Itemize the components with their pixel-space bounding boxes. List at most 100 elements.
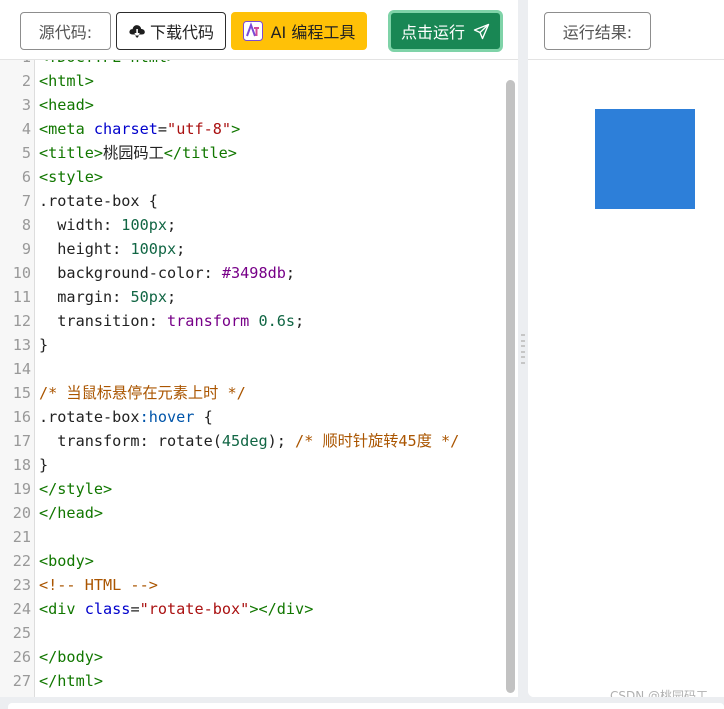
code-line: 24 <div class="rotate-box"></div> bbox=[0, 597, 504, 621]
code-token: 0.6s bbox=[258, 312, 296, 330]
code-token: rotate( bbox=[157, 432, 222, 450]
code-line: 19 </style> bbox=[0, 477, 504, 501]
run-label: 点击运行 bbox=[400, 23, 465, 42]
code-toolbar: 源代码: 下载代码 AI 编程工具 点击运行 bbox=[0, 0, 518, 60]
code-token: <body> bbox=[39, 552, 94, 570]
code-token: = bbox=[157, 120, 168, 138]
code-text: <style> bbox=[39, 165, 103, 189]
code-token: transform bbox=[167, 312, 250, 330]
editor-scrollbar-thumb[interactable] bbox=[506, 80, 515, 693]
line-number: 17 bbox=[12, 432, 31, 450]
run-button[interactable]: 点击运行 bbox=[388, 10, 503, 52]
code-line: 15 /* 当鼠标悬停在元素上时 */ bbox=[0, 381, 504, 405]
line-number: 18 bbox=[12, 456, 31, 474]
code-token: ; bbox=[295, 312, 305, 330]
code-token: <meta bbox=[39, 120, 94, 138]
result-panel: 运行结果: CSDN @桃园码工 bbox=[528, 0, 724, 697]
code-text: /* 当鼠标悬停在元素上时 */ bbox=[39, 381, 246, 405]
code-text: <!-- HTML --> bbox=[39, 573, 158, 597]
code-token: 100px bbox=[130, 240, 177, 258]
code-editor[interactable]: 1 <!DOCTYPE html> 2 <html> 3 <head> 4 <meta cha… bbox=[0, 60, 504, 697]
bottom-panel-edge bbox=[8, 703, 724, 709]
line-number: 8 bbox=[21, 216, 31, 234]
code-token: <head> bbox=[39, 96, 94, 114]
code-panel: 源代码: 下载代码 AI 编程工具 点击运行 2 <html> 3 <head>… bbox=[0, 0, 518, 697]
line-number: 5 bbox=[21, 144, 31, 162]
code-token: charset bbox=[93, 120, 158, 138]
code-line: 2 <html> bbox=[0, 69, 504, 93]
cloud-download-icon bbox=[128, 23, 146, 39]
result-toolbar: 运行结果: bbox=[528, 0, 724, 60]
code-token: "utf-8" bbox=[167, 120, 232, 138]
rotate-box-preview[interactable] bbox=[595, 109, 695, 209]
code-line: 9 height: 100px; bbox=[0, 237, 504, 261]
code-token: </title> bbox=[163, 144, 237, 162]
code-text: } bbox=[39, 453, 48, 477]
code-line: 11 margin: 50px; bbox=[0, 285, 504, 309]
ai-tools-button[interactable]: AI 编程工具 bbox=[231, 12, 367, 50]
code-token: .rotate-box bbox=[39, 408, 140, 426]
code-token: width: bbox=[39, 216, 122, 234]
source-code-button[interactable]: 源代码: bbox=[20, 12, 111, 50]
code-token: :hover bbox=[139, 408, 195, 426]
code-token: <style> bbox=[39, 168, 104, 186]
line-number: 20 bbox=[12, 504, 31, 522]
code-text: height: 100px; bbox=[39, 237, 185, 261]
code-text: <body> bbox=[39, 549, 94, 573]
line-number: 13 bbox=[12, 336, 31, 354]
code-text: <meta charset="utf-8"> bbox=[39, 117, 240, 141]
code-token: } bbox=[39, 456, 49, 474]
code-line: 12 transition: transform 0.6s; bbox=[0, 309, 504, 333]
code-token: #3498db bbox=[221, 264, 286, 282]
line-number: 3 bbox=[21, 96, 31, 114]
line-number: 2 bbox=[21, 72, 31, 90]
code-token: <!DOCTYPE html> bbox=[39, 60, 176, 66]
code-token: ; bbox=[176, 240, 186, 258]
code-token: 100px bbox=[121, 216, 168, 234]
line-number: 24 bbox=[12, 600, 31, 618]
code-text: width: 100px; bbox=[39, 213, 176, 237]
code-token: > bbox=[231, 120, 241, 138]
code-line: 13} bbox=[0, 333, 504, 357]
code-text: transition: transform 0.6s; bbox=[39, 309, 304, 333]
code-token: 50px bbox=[130, 288, 168, 306]
code-token: <!-- HTML --> bbox=[39, 576, 158, 594]
send-icon bbox=[473, 23, 490, 40]
code-token: transition: bbox=[39, 312, 168, 330]
download-code-label: 下载代码 bbox=[149, 23, 214, 42]
code-token: class bbox=[84, 600, 131, 618]
code-text: <head> bbox=[39, 93, 94, 117]
code-token: /* 顺时针旋转45度 */ bbox=[295, 432, 460, 450]
line-number: 11 bbox=[12, 288, 31, 306]
code-token: margin: bbox=[39, 288, 131, 306]
code-text: <html> bbox=[39, 69, 94, 93]
code-line: 10 background-color: #3498db; bbox=[0, 261, 504, 285]
code-line: 3 <head> bbox=[0, 93, 504, 117]
code-line: 22 <body> bbox=[0, 549, 504, 573]
code-text: </head> bbox=[39, 501, 103, 525]
line-number: 15 bbox=[12, 384, 31, 402]
code-token: ; bbox=[167, 288, 177, 306]
code-line: 17 transform: rotate(45deg); /* 顺时针旋转45度… bbox=[0, 429, 504, 453]
code-line: 4 <meta charset="utf-8"> bbox=[0, 117, 504, 141]
line-number: 25 bbox=[12, 624, 31, 642]
download-code-button[interactable]: 下载代码 bbox=[116, 12, 226, 50]
code-line: 25 bbox=[0, 621, 504, 645]
line-number: 12 bbox=[12, 312, 31, 330]
line-number: 9 bbox=[21, 240, 31, 258]
code-token: 桃园码工 bbox=[103, 144, 164, 162]
line-number: 19 bbox=[12, 480, 31, 498]
code-line: 20 </head> bbox=[0, 501, 504, 525]
line-number: 21 bbox=[12, 528, 31, 546]
code-token: </style> bbox=[39, 480, 113, 498]
code-text: </style> bbox=[39, 477, 112, 501]
code-token: height: bbox=[39, 240, 131, 258]
code-line: 8 width: 100px; bbox=[0, 213, 504, 237]
result-button[interactable]: 运行结果: bbox=[544, 12, 651, 50]
code-token: </html> bbox=[39, 672, 104, 690]
ai-tools-label: AI 编程工具 bbox=[270, 23, 356, 42]
splitter-grip-icon[interactable] bbox=[521, 334, 526, 364]
code-line: 21 bbox=[0, 525, 504, 549]
line-number: 23 bbox=[12, 576, 31, 594]
code-text: background-color: #3498db; bbox=[39, 261, 295, 285]
